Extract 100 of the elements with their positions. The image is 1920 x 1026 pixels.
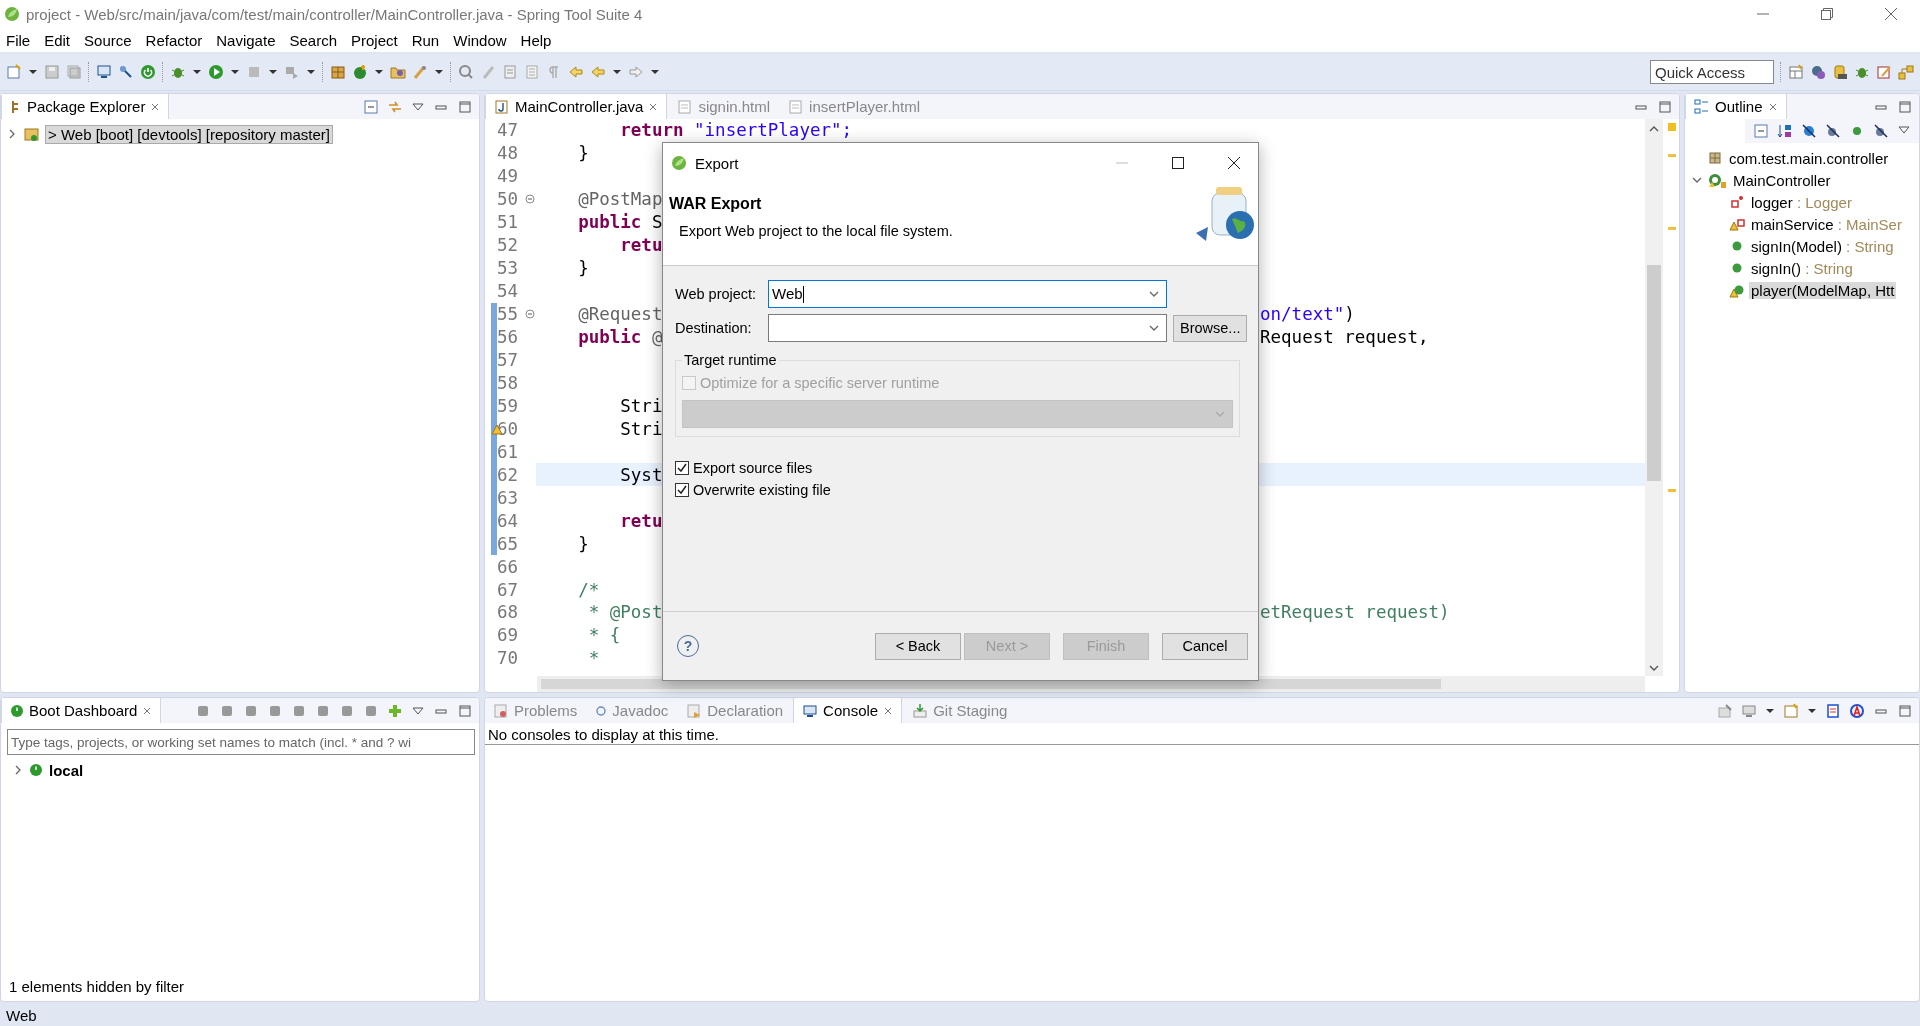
line-number: 67 [497, 579, 520, 600]
new-console-icon[interactable] [1783, 702, 1799, 719]
collapse-all-icon[interactable] [1753, 123, 1769, 139]
menu-item[interactable]: Source [84, 31, 132, 49]
warning-marker[interactable] [1668, 123, 1676, 131]
add-icon[interactable] [387, 702, 403, 719]
power-icon[interactable] [140, 64, 156, 80]
dashboard-tree-item[interactable]: local [47, 761, 86, 779]
code-text: etRequest request) [1260, 602, 1451, 623]
panel-tab[interactable]: Outline [1685, 94, 1787, 119]
java-perspective-icon[interactable] [1810, 64, 1826, 80]
outline-item[interactable]: player(ModelMap, Htt [1749, 281, 1897, 299]
collapse-all-icon[interactable] [363, 98, 379, 115]
close-icon[interactable] [1228, 157, 1240, 169]
combo-box[interactable] [768, 314, 1167, 342]
code-text: @Request [577, 304, 663, 325]
perspective-icon[interactable] [1788, 64, 1804, 80]
declaration-icon [686, 702, 703, 719]
console-icon [802, 702, 819, 719]
outline-item[interactable]: logger : Logger [1749, 193, 1854, 211]
pin-icon[interactable] [1717, 702, 1733, 719]
back-icon[interactable] [568, 64, 584, 80]
hide-static-icon[interactable] [1825, 123, 1841, 139]
code-text: return "insertPlayer"; [619, 120, 853, 141]
scrollbar[interactable] [1645, 119, 1663, 676]
line-number: 68 [497, 602, 520, 623]
menu-item[interactable]: Search [289, 31, 337, 49]
panel-tab[interactable]: Console [793, 698, 903, 723]
save-icon[interactable] [44, 64, 60, 80]
class-icon [1707, 172, 1727, 188]
fold-icon[interactable] [525, 194, 535, 205]
power-icon [10, 703, 24, 718]
package-icon[interactable] [330, 64, 346, 80]
console-icon[interactable] [1741, 702, 1757, 719]
code-text: public S [577, 212, 663, 233]
code-text: @PostMap [577, 189, 663, 210]
code-text: * { [587, 625, 621, 646]
line-number: 62 [497, 464, 520, 485]
checkbox[interactable]: Overwrite existing file [675, 479, 1248, 501]
hierarchy-icon[interactable] [1898, 64, 1914, 80]
panel-tab[interactable]: Boot Dashboard [1, 698, 162, 723]
occurrence-marker[interactable] [1668, 154, 1676, 157]
line-number: 56 [497, 327, 520, 348]
quick-access-field[interactable]: Quick Access [1650, 60, 1774, 84]
menu-item[interactable]: Navigate [216, 31, 276, 49]
brush-icon[interactable] [412, 64, 428, 80]
outline-item[interactable]: signIn() : String [1749, 259, 1855, 277]
new-file-icon[interactable] [6, 64, 22, 80]
dialog-button[interactable]: Cancel [1162, 632, 1248, 660]
hide-local-icon[interactable] [1873, 123, 1889, 139]
menu-item[interactable]: Run [411, 31, 440, 49]
sort-icon[interactable] [1777, 123, 1793, 139]
line-number: 61 [497, 441, 520, 462]
menu-item[interactable]: Edit [44, 31, 71, 49]
combo-box[interactable]: Web [768, 280, 1167, 308]
forward-icon[interactable] [628, 64, 644, 80]
outline-icon [1694, 98, 1710, 115]
browse-button[interactable]: Browse... [1173, 314, 1248, 342]
occurrence-marker[interactable] [1668, 489, 1676, 492]
menu-item[interactable]: File [6, 31, 31, 49]
field-icon [1729, 194, 1745, 210]
filter-field[interactable]: Type tags, projects, or working set names to match (incl. * and ? wi [7, 729, 475, 755]
outline-item[interactable]: signIn(Model) : String [1749, 237, 1896, 255]
field-label: Web project: [675, 286, 758, 302]
fold-icon[interactable] [525, 309, 535, 320]
code-text: Syst [619, 464, 663, 485]
class-icon[interactable] [352, 64, 368, 80]
maximize-icon[interactable] [1172, 157, 1184, 169]
git-perspective-icon[interactable] [1832, 64, 1848, 80]
copy-icon[interactable] [1825, 702, 1841, 719]
line-number: 48 [497, 143, 520, 164]
dialog-button[interactable]: < Back [875, 632, 961, 660]
wizard-description: Export Web project to the local file system. [679, 223, 954, 239]
code-text: /* [577, 579, 600, 600]
monitor-icon[interactable] [96, 64, 112, 80]
run-icon[interactable] [208, 64, 224, 80]
occurrence-marker[interactable] [1668, 227, 1676, 230]
back-icon[interactable] [590, 64, 606, 80]
edit-perspective-icon[interactable] [1876, 64, 1892, 80]
outline-item[interactable]: mainService : MainSer [1749, 215, 1904, 233]
code-text: on/text") [1260, 304, 1356, 325]
folder-icon[interactable] [390, 64, 406, 80]
wizard-heading: WAR Export [669, 195, 763, 213]
outline-item[interactable]: MainController [1731, 171, 1833, 189]
pin-icon[interactable] [118, 64, 134, 80]
menu-item[interactable]: Refactor [145, 31, 203, 49]
outline-item[interactable]: com.test.main.controller [1727, 149, 1891, 167]
save-all-icon[interactable] [66, 64, 82, 80]
hide-fields-icon[interactable] [1801, 123, 1817, 139]
menu-item[interactable]: Window [453, 31, 507, 49]
menu-item[interactable]: Help [520, 31, 552, 49]
symbol-icon[interactable] [1849, 702, 1865, 719]
panel-tab[interactable]: Package Explorer [1, 94, 170, 119]
project-tree-item[interactable]: > Web [boot] [devtools] [repository master] [45, 124, 333, 144]
checkbox[interactable]: Export source files [675, 457, 1248, 479]
external-tool-icon[interactable] [284, 64, 300, 80]
menu-item[interactable]: Project [351, 31, 398, 49]
restore-icon[interactable] [1821, 8, 1833, 20]
panel-tab[interactable]: MainController.java [485, 94, 668, 119]
checkmark-icon [676, 484, 688, 496]
